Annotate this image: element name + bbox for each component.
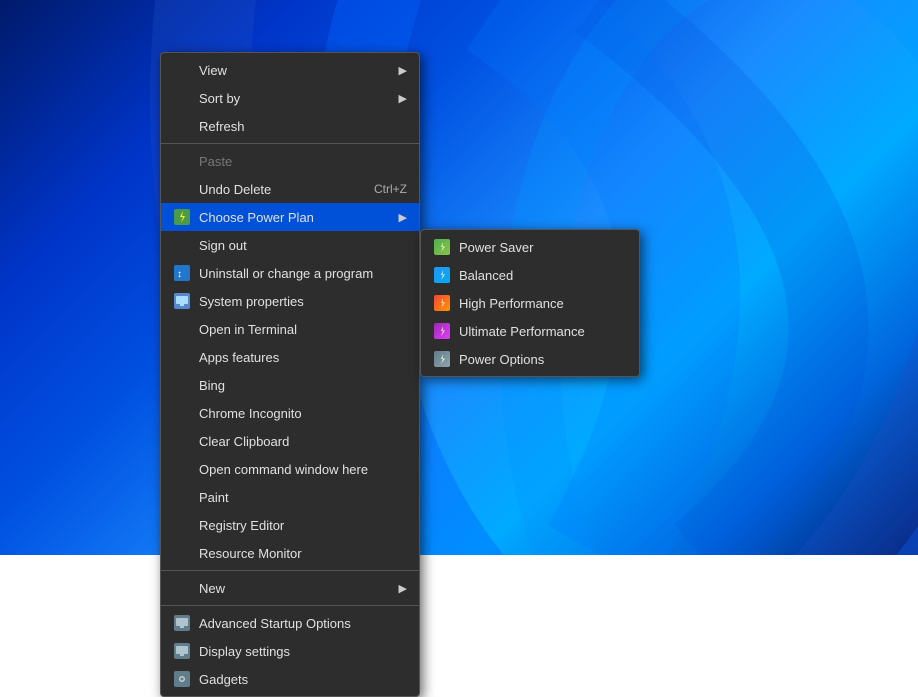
- paste-label: Paste: [199, 154, 407, 169]
- menu-item-view[interactable]: View▶: [161, 56, 419, 84]
- menu-item-choose-power-plan[interactable]: Choose Power Plan▶: [161, 203, 419, 231]
- menu-separator: [161, 143, 419, 144]
- submenu-item-power-saver[interactable]: Power Saver: [421, 233, 639, 261]
- view-label: View: [199, 63, 399, 78]
- menu-item-resource-monitor[interactable]: Resource Monitor: [161, 539, 419, 567]
- undo-delete-label: Undo Delete: [199, 182, 374, 197]
- new-icon: [173, 579, 191, 597]
- gadgets-label: Gadgets: [199, 672, 407, 687]
- menu-item-chrome-incognito[interactable]: Chrome Incognito: [161, 399, 419, 427]
- menu-item-gadgets[interactable]: Gadgets: [161, 665, 419, 693]
- menu-item-clear-clipboard[interactable]: Clear Clipboard: [161, 427, 419, 455]
- menu-item-undo-delete[interactable]: Undo DeleteCtrl+Z: [161, 175, 419, 203]
- resource-monitor-icon: [173, 544, 191, 562]
- open-terminal-icon: [173, 320, 191, 338]
- clear-clipboard-icon: [173, 432, 191, 450]
- registry-editor-label: Registry Editor: [199, 518, 407, 533]
- sign-out-icon: [173, 236, 191, 254]
- advanced-startup-label: Advanced Startup Options: [199, 616, 407, 631]
- sort-by-icon: [173, 89, 191, 107]
- menu-item-new[interactable]: New▶: [161, 574, 419, 602]
- gadgets-icon: [173, 670, 191, 688]
- open-command-window-icon: [173, 460, 191, 478]
- paste-icon: [173, 152, 191, 170]
- menu-item-advanced-startup[interactable]: Advanced Startup Options: [161, 609, 419, 637]
- menu-item-sign-out[interactable]: Sign out: [161, 231, 419, 259]
- menu-item-open-command-window[interactable]: Open command window here: [161, 455, 419, 483]
- open-terminal-label: Open in Terminal: [199, 322, 407, 337]
- menu-item-system-properties[interactable]: System properties: [161, 287, 419, 315]
- apps-features-label: Apps features: [199, 350, 407, 365]
- menu-item-open-terminal[interactable]: Open in Terminal: [161, 315, 419, 343]
- display-settings-label: Display settings: [199, 644, 407, 659]
- balanced-label: Balanced: [459, 268, 627, 283]
- menu-item-display-settings[interactable]: Display settings: [161, 637, 419, 665]
- power-options-icon: [433, 350, 451, 368]
- refresh-icon: [173, 117, 191, 135]
- menu-separator: [161, 605, 419, 606]
- sort-by-arrow: ▶: [399, 92, 407, 105]
- refresh-label: Refresh: [199, 119, 407, 134]
- high-performance-icon: [433, 294, 451, 312]
- menu-item-uninstall-change[interactable]: ↕ Uninstall or change a program: [161, 259, 419, 287]
- registry-editor-icon: [173, 516, 191, 534]
- advanced-startup-icon: [173, 614, 191, 632]
- sort-by-label: Sort by: [199, 91, 399, 106]
- menu-item-bing[interactable]: Bing: [161, 371, 419, 399]
- submenu-item-ultimate-performance[interactable]: Ultimate Performance: [421, 317, 639, 345]
- power-saver-label: Power Saver: [459, 240, 627, 255]
- display-settings-icon: [173, 642, 191, 660]
- context-menu: View▶Sort by▶RefreshPasteUndo DeleteCtrl…: [160, 52, 420, 697]
- system-properties-label: System properties: [199, 294, 407, 309]
- view-icon: [173, 61, 191, 79]
- paint-icon: [173, 488, 191, 506]
- choose-power-plan-icon: [173, 208, 191, 226]
- menu-item-sort-by[interactable]: Sort by▶: [161, 84, 419, 112]
- submenu-item-power-options[interactable]: Power Options: [421, 345, 639, 373]
- chrome-incognito-label: Chrome Incognito: [199, 406, 407, 421]
- submenu-item-high-performance[interactable]: High Performance: [421, 289, 639, 317]
- menu-item-paste[interactable]: Paste: [161, 147, 419, 175]
- clear-clipboard-label: Clear Clipboard: [199, 434, 407, 449]
- power-plan-submenu: Power Saver Balanced High Performance Ultim…: [420, 229, 640, 377]
- new-arrow: ▶: [399, 582, 407, 595]
- power-options-label: Power Options: [459, 352, 627, 367]
- open-command-window-label: Open command window here: [199, 462, 407, 477]
- menu-item-apps-features[interactable]: Apps features: [161, 343, 419, 371]
- svg-text:↕: ↕: [177, 269, 182, 280]
- undo-delete-shortcut: Ctrl+Z: [374, 182, 407, 196]
- ultimate-performance-icon: [433, 322, 451, 340]
- resource-monitor-label: Resource Monitor: [199, 546, 407, 561]
- power-saver-icon: [433, 238, 451, 256]
- choose-power-plan-arrow: ▶: [399, 211, 407, 224]
- uninstall-change-label: Uninstall or change a program: [199, 266, 407, 281]
- system-properties-icon: [173, 292, 191, 310]
- menu-item-registry-editor[interactable]: Registry Editor: [161, 511, 419, 539]
- apps-features-icon: [173, 348, 191, 366]
- paint-label: Paint: [199, 490, 407, 505]
- menu-separator: [161, 570, 419, 571]
- bing-icon: [173, 376, 191, 394]
- uninstall-change-icon: ↕: [173, 264, 191, 282]
- choose-power-plan-label: Choose Power Plan: [199, 210, 399, 225]
- submenu-item-balanced[interactable]: Balanced: [421, 261, 639, 289]
- view-arrow: ▶: [399, 64, 407, 77]
- menu-item-paint[interactable]: Paint: [161, 483, 419, 511]
- chrome-incognito-icon: [173, 404, 191, 422]
- ultimate-performance-label: Ultimate Performance: [459, 324, 627, 339]
- menu-item-refresh[interactable]: Refresh: [161, 112, 419, 140]
- new-label: New: [199, 581, 399, 596]
- undo-delete-icon: [173, 180, 191, 198]
- bing-label: Bing: [199, 378, 407, 393]
- high-performance-label: High Performance: [459, 296, 627, 311]
- balanced-icon: [433, 266, 451, 284]
- sign-out-label: Sign out: [199, 238, 407, 253]
